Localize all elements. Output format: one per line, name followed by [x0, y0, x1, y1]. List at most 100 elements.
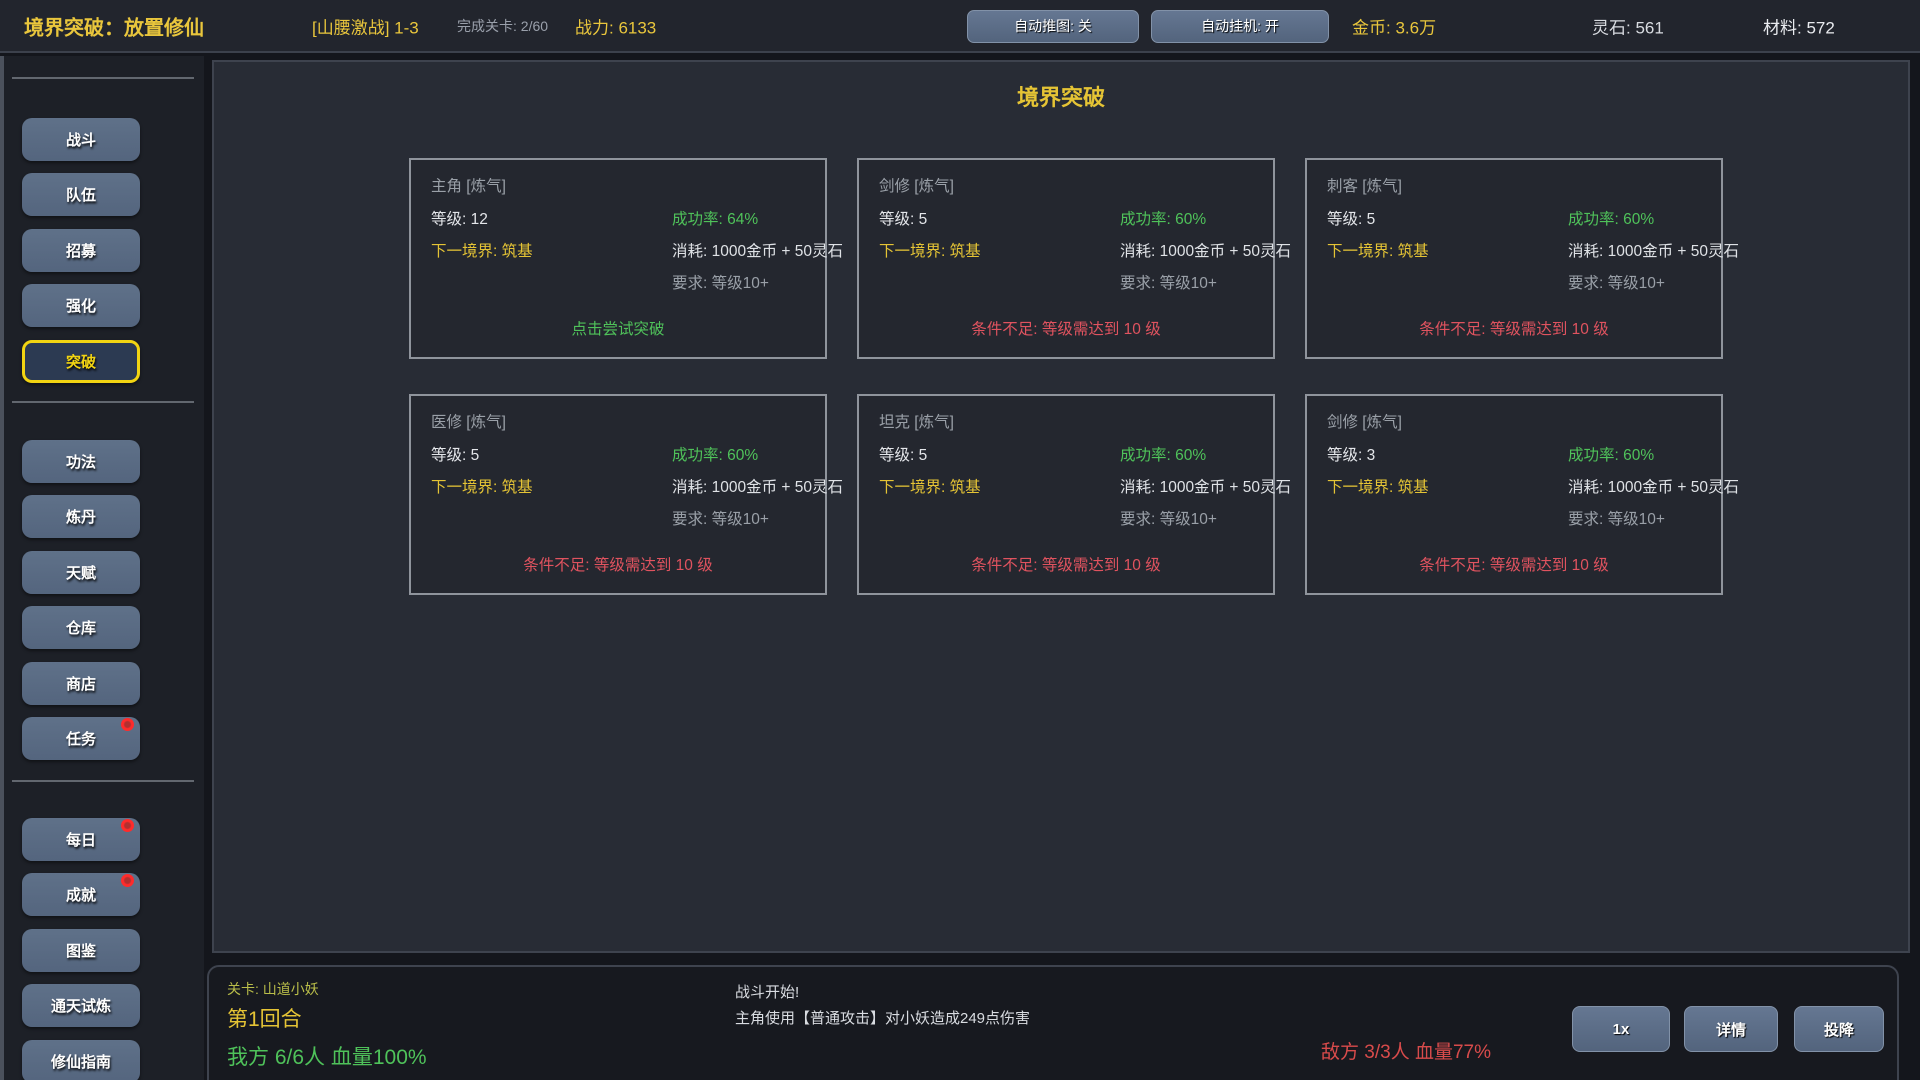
battle-surrender-button[interactable]: 投降 — [1794, 1006, 1884, 1052]
card-level: 等级: 5 — [879, 443, 927, 465]
card-requirement: 要求: 等级10+ — [1568, 507, 1665, 529]
card-level: 等级: 3 — [1327, 443, 1375, 465]
sidebar-item-每日[interactable]: 每日 — [22, 818, 140, 861]
card-level: 等级: 5 — [431, 443, 479, 465]
sidebar-item-label: 图鉴 — [66, 940, 96, 961]
sidebar-item-label: 仓库 — [66, 617, 96, 638]
sidebar-item-label: 队伍 — [66, 184, 96, 205]
card-requirement: 要求: 等级10+ — [1568, 271, 1665, 293]
sidebar-item-天赋[interactable]: 天赋 — [22, 551, 140, 594]
card-next-realm: 下一境界: 筑基 — [1327, 475, 1429, 497]
sidebar-item-商店[interactable]: 商店 — [22, 662, 140, 705]
card-status: 条件不足: 等级需达到 10 级 — [859, 317, 1273, 339]
sidebar-item-任务[interactable]: 任务 — [22, 717, 140, 760]
card-cost: 消耗: 1000金币 + 50灵石 — [672, 475, 843, 497]
breakthrough-cards: 主角 [炼气] 等级: 12 下一境界: 筑基 成功率: 64% 消耗: 100… — [409, 158, 1723, 595]
sidebar-item-label: 每日 — [66, 829, 96, 850]
card-success-rate: 成功率: 60% — [1568, 443, 1654, 465]
breakthrough-card[interactable]: 坦克 [炼气] 等级: 5 下一境界: 筑基 成功率: 60% 消耗: 1000… — [857, 394, 1275, 595]
sidebar-divider — [12, 401, 194, 403]
auto-push-button[interactable]: 自动推图: 关 — [967, 10, 1139, 43]
sidebar-item-炼丹[interactable]: 炼丹 — [22, 495, 140, 538]
card-status: 条件不足: 等级需达到 10 级 — [859, 553, 1273, 575]
sidebar: 战斗 队伍 招募 强化 突破 功法 炼丹 天赋 仓库 商店 任务 每日 成就 图… — [0, 56, 204, 1080]
material-amount: 材料: 572 — [1763, 13, 1835, 38]
page-title: 境界突破 — [214, 80, 1908, 112]
breakthrough-card[interactable]: 剑修 [炼气] 等级: 5 下一境界: 筑基 成功率: 60% 消耗: 1000… — [857, 158, 1275, 359]
card-next-realm: 下一境界: 筑基 — [879, 475, 981, 497]
card-next-realm: 下一境界: 筑基 — [431, 239, 533, 261]
breakthrough-card[interactable]: 主角 [炼气] 等级: 12 下一境界: 筑基 成功率: 64% 消耗: 100… — [409, 158, 827, 359]
card-success-rate: 成功率: 64% — [672, 207, 758, 229]
card-next-realm: 下一境界: 筑基 — [1327, 239, 1429, 261]
sidebar-item-队伍[interactable]: 队伍 — [22, 173, 140, 216]
sidebar-item-label: 商店 — [66, 673, 96, 694]
power-value: 战力: 6133 — [575, 13, 656, 38]
card-requirement: 要求: 等级10+ — [672, 271, 769, 293]
sidebar-item-label: 修仙指南 — [51, 1051, 111, 1072]
app-title: 境界突破：放置修仙 — [24, 11, 204, 40]
card-requirement: 要求: 等级10+ — [672, 507, 769, 529]
spirit-stone-amount: 灵石: 561 — [1592, 13, 1664, 38]
ally-status: 我方 6/6人 血量100% — [227, 1041, 427, 1071]
card-status: 条件不足: 等级需达到 10 级 — [1307, 317, 1721, 339]
card-cost: 消耗: 1000金币 + 50灵石 — [1120, 475, 1291, 497]
sidebar-item-label: 天赋 — [66, 562, 96, 583]
battle-log-line: 主角使用【普通攻击】对小妖造成249点伤害 — [735, 1007, 1030, 1028]
sidebar-item-label: 强化 — [66, 295, 96, 316]
battle-round-label: 第1回合 — [227, 1003, 302, 1033]
sidebar-item-招募[interactable]: 招募 — [22, 229, 140, 272]
sidebar-divider — [12, 77, 194, 79]
card-success-rate: 成功率: 60% — [1120, 207, 1206, 229]
card-requirement: 要求: 等级10+ — [1120, 507, 1217, 529]
breakthrough-card[interactable]: 刺客 [炼气] 等级: 5 下一境界: 筑基 成功率: 60% 消耗: 1000… — [1305, 158, 1723, 359]
notification-badge-icon — [121, 874, 134, 887]
sidebar-item-强化[interactable]: 强化 — [22, 284, 140, 327]
card-cost: 消耗: 1000金币 + 50灵石 — [1120, 239, 1291, 261]
notification-badge-icon — [121, 819, 134, 832]
sidebar-divider — [12, 780, 194, 782]
battle-log-line: 战斗开始! — [735, 981, 799, 1002]
card-success-rate: 成功率: 60% — [672, 443, 758, 465]
card-character-name: 坦克 [炼气] — [879, 410, 954, 432]
sidebar-item-label: 战斗 — [66, 129, 96, 150]
card-next-realm: 下一境界: 筑基 — [431, 475, 533, 497]
card-cost: 消耗: 1000金币 + 50灵石 — [672, 239, 843, 261]
sidebar-item-突破[interactable]: 突破 — [22, 340, 140, 383]
battle-stage-label: 关卡: 山道小妖 — [227, 979, 319, 999]
battle-speed-button[interactable]: 1x — [1572, 1006, 1670, 1052]
sidebar-item-战斗[interactable]: 战斗 — [22, 118, 140, 161]
sidebar-item-图鉴[interactable]: 图鉴 — [22, 929, 140, 972]
sidebar-item-label: 成就 — [66, 884, 96, 905]
enemy-status: 敌方 3/3人 血量77% — [1321, 1037, 1491, 1064]
sidebar-item-通天试炼[interactable]: 通天试炼 — [22, 984, 140, 1027]
sidebar-item-label: 通天试炼 — [51, 995, 111, 1016]
card-character-name: 医修 [炼气] — [431, 410, 506, 432]
card-status: 条件不足: 等级需达到 10 级 — [411, 553, 825, 575]
card-status: 条件不足: 等级需达到 10 级 — [1307, 553, 1721, 575]
breakthrough-card[interactable]: 剑修 [炼气] 等级: 3 下一境界: 筑基 成功率: 60% 消耗: 1000… — [1305, 394, 1723, 595]
card-cost: 消耗: 1000金币 + 50灵石 — [1568, 239, 1739, 261]
sidebar-item-成就[interactable]: 成就 — [22, 873, 140, 916]
app-window: 境界突破：放置修仙 [山腰激战] 1-3 完成关卡: 2/60 战力: 6133… — [0, 0, 1920, 1080]
gold-amount: 金币: 3.6万 — [1352, 13, 1436, 38]
breakthrough-card[interactable]: 医修 [炼气] 等级: 5 下一境界: 筑基 成功率: 60% 消耗: 1000… — [409, 394, 827, 595]
sidebar-item-仓库[interactable]: 仓库 — [22, 606, 140, 649]
card-status: 点击尝试突破 — [411, 317, 825, 339]
main-panel: 境界突破 主角 [炼气] 等级: 12 下一境界: 筑基 成功率: 64% 消耗… — [212, 60, 1910, 953]
battle-detail-button[interactable]: 详情 — [1684, 1006, 1778, 1052]
sidebar-item-功法[interactable]: 功法 — [22, 440, 140, 483]
card-level: 等级: 5 — [1327, 207, 1375, 229]
card-character-name: 刺客 [炼气] — [1327, 174, 1402, 196]
card-cost: 消耗: 1000金币 + 50灵石 — [1568, 475, 1739, 497]
battle-log-panel: 关卡: 山道小妖 第1回合 我方 6/6人 血量100% 战斗开始! 主角使用【… — [207, 965, 1899, 1080]
sidebar-item-修仙指南[interactable]: 修仙指南 — [22, 1040, 140, 1080]
notification-badge-icon — [121, 718, 134, 731]
sidebar-item-label: 任务 — [66, 728, 96, 749]
card-next-realm: 下一境界: 筑基 — [879, 239, 981, 261]
card-character-name: 剑修 [炼气] — [1327, 410, 1402, 432]
sidebar-item-label: 炼丹 — [66, 506, 96, 527]
card-requirement: 要求: 等级10+ — [1120, 271, 1217, 293]
auto-idle-button[interactable]: 自动挂机: 开 — [1151, 10, 1329, 43]
sidebar-item-label: 突破 — [66, 351, 96, 372]
